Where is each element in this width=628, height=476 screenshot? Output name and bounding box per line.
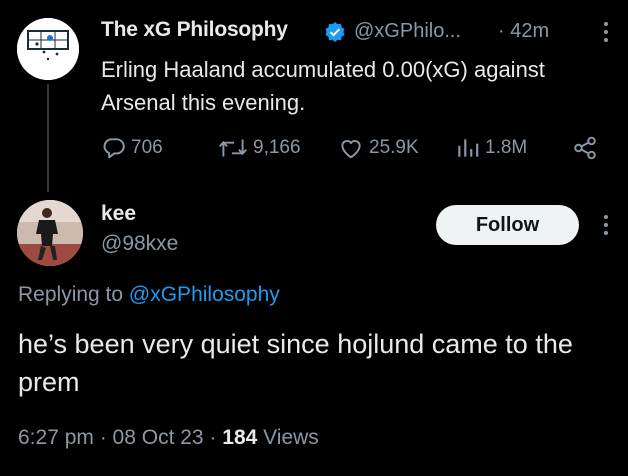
follow-button[interactable]: Follow [436,205,579,245]
parent-handle[interactable]: @xGPhilo... [354,20,461,43]
verified-badge-icon [324,21,346,43]
replying-to-line: Replying to @xGPhilosophy [18,283,280,307]
kee-avatar[interactable] [17,200,83,266]
parent-display-name[interactable]: The xG Philosophy [101,18,288,42]
reply-count: 706 [131,137,163,158]
retweet-button[interactable]: 9,166 [217,134,301,162]
like-icon [341,140,361,159]
views-icon [458,139,479,157]
retweet-icon [218,139,248,157]
reply-icon [103,138,125,159]
reply-button[interactable]: 706 [101,134,163,162]
share-button[interactable] [572,134,602,162]
replying-to-prefix: Replying to [18,283,124,306]
replying-to-mention-link[interactable]: @xGPhilosophy [129,283,280,306]
share-icon [574,136,596,160]
more-icon[interactable] [596,17,616,47]
reply-display-name[interactable]: kee [101,202,136,226]
reply-metadata: 6:27 pm · 08 Oct 23 · 184 Views [18,426,319,450]
reply-views-label: Views [257,426,319,449]
like-count: 25.9K [369,137,419,158]
thread-connector-line [47,84,49,192]
xg-philosophy-avatar[interactable] [17,18,79,80]
reply-tweet-text: he’s been very quiet since hojlund came … [18,329,573,397]
parent-tweet-text: Erling Haaland accumulated 0.00(xG) agai… [101,57,545,115]
views-count: 1.8M [485,137,528,158]
reply-handle[interactable]: @98kxe [101,232,178,256]
reply-views-count: 184 [222,426,258,449]
parent-timestamp[interactable]: · 42m [498,20,549,43]
reply-timestamp[interactable]: 6:27 pm · 08 Oct 23 · [18,426,222,449]
retweet-count: 9,166 [253,137,301,158]
like-button[interactable]: 25.9K [337,134,419,162]
views-button[interactable]: 1.8M [455,134,527,162]
more-icon[interactable] [596,210,616,240]
